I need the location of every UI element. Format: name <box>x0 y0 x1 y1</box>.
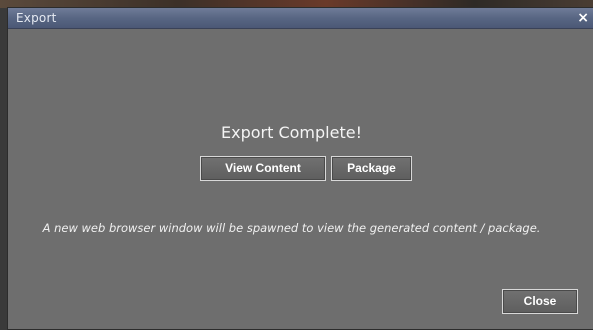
export-dialog: Export × Export Complete! View Content P… <box>7 7 593 330</box>
dialog-title: Export <box>16 11 57 25</box>
info-message: A new web browser window will be spawned… <box>42 221 541 235</box>
package-button[interactable]: Package <box>331 156 412 181</box>
close-button[interactable]: Close <box>502 289 578 314</box>
dialog-titlebar[interactable]: Export × <box>8 8 593 29</box>
export-complete-heading: Export Complete! <box>221 123 362 142</box>
close-icon[interactable]: × <box>577 10 589 26</box>
view-content-button[interactable]: View Content <box>200 156 326 181</box>
